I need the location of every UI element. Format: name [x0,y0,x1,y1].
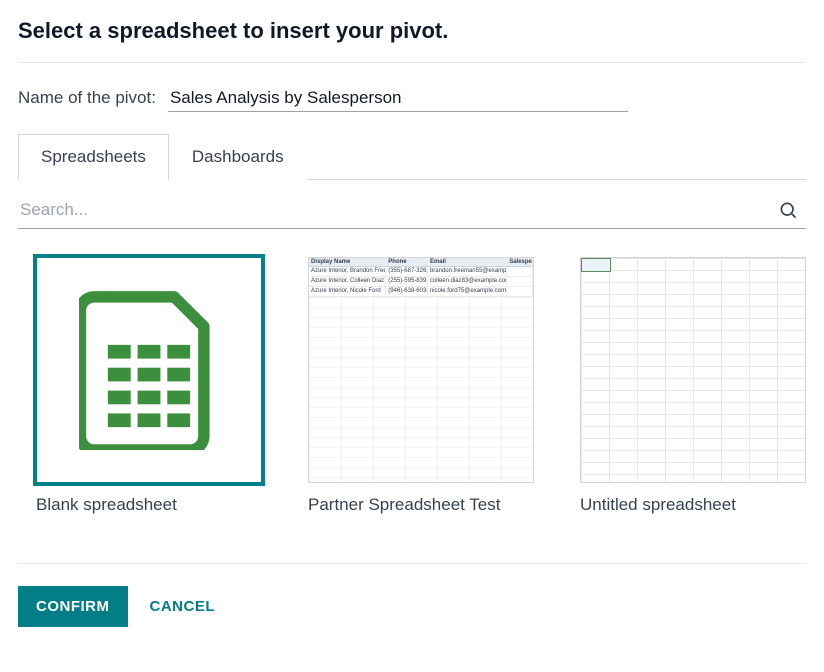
dialog-footer: CONFIRM CANCEL [18,563,806,627]
card-partner-thumb: Display Name Phone Email Salespe Azure I… [308,257,534,483]
pivot-name-label: Name of the pivot: [18,88,156,108]
tab-spreadsheets[interactable]: Spreadsheets [18,134,169,180]
cancel-button-label: CANCEL [150,598,216,615]
partner-preview-header: Display Name Phone Email Salespe [309,258,533,267]
empty-grid-preview [581,258,805,482]
search-row [18,192,806,229]
card-untitled-label: Untitled spreadsheet [580,495,806,515]
pivot-name-input[interactable] [168,85,628,112]
partner-preview: Display Name Phone Email Salespe Azure I… [309,258,533,482]
tab-spreadsheets-label: Spreadsheets [41,147,146,166]
card-partner-label: Partner Spreadsheet Test [308,495,534,515]
tab-dashboards-label: Dashboards [192,147,284,166]
tab-dashboards[interactable]: Dashboards [169,134,307,180]
card-blank-thumb [36,257,262,483]
pivot-name-row: Name of the pivot: [18,85,806,112]
table-row: Azure Interior, Nicole Ford (946)-638-60… [309,287,533,297]
search-icon[interactable] [776,198,800,222]
modal-title: Select a spreadsheet to insert your pivo… [18,18,806,63]
card-partner-spreadsheet[interactable]: Display Name Phone Email Salespe Azure I… [308,257,534,515]
table-row: Azure Interior, Brandon Freeman (355)-68… [309,267,533,277]
spreadsheet-icon [79,290,219,450]
card-untitled-spreadsheet[interactable]: Untitled spreadsheet [580,257,806,515]
grid-empty-area [309,297,533,482]
card-blank-spreadsheet[interactable]: Blank spreadsheet [36,257,262,515]
cancel-button[interactable]: CANCEL [150,598,216,615]
col-phone: Phone [386,258,428,266]
col-salesperson: Salespe [507,258,533,266]
confirm-button-label: CONFIRM [36,598,110,615]
spreadsheet-cards: Blank spreadsheet Display Name Phone Ema… [18,253,806,539]
col-email: Email [428,258,507,266]
tab-bar: Spreadsheets Dashboards [18,134,806,180]
col-display-name: Display Name [309,258,386,266]
card-untitled-thumb [580,257,806,483]
table-row: Azure Interior, Colleen Diaz (255)-595-8… [309,277,533,287]
search-input[interactable] [18,192,776,228]
card-blank-label: Blank spreadsheet [36,495,262,515]
confirm-button[interactable]: CONFIRM [18,586,128,627]
